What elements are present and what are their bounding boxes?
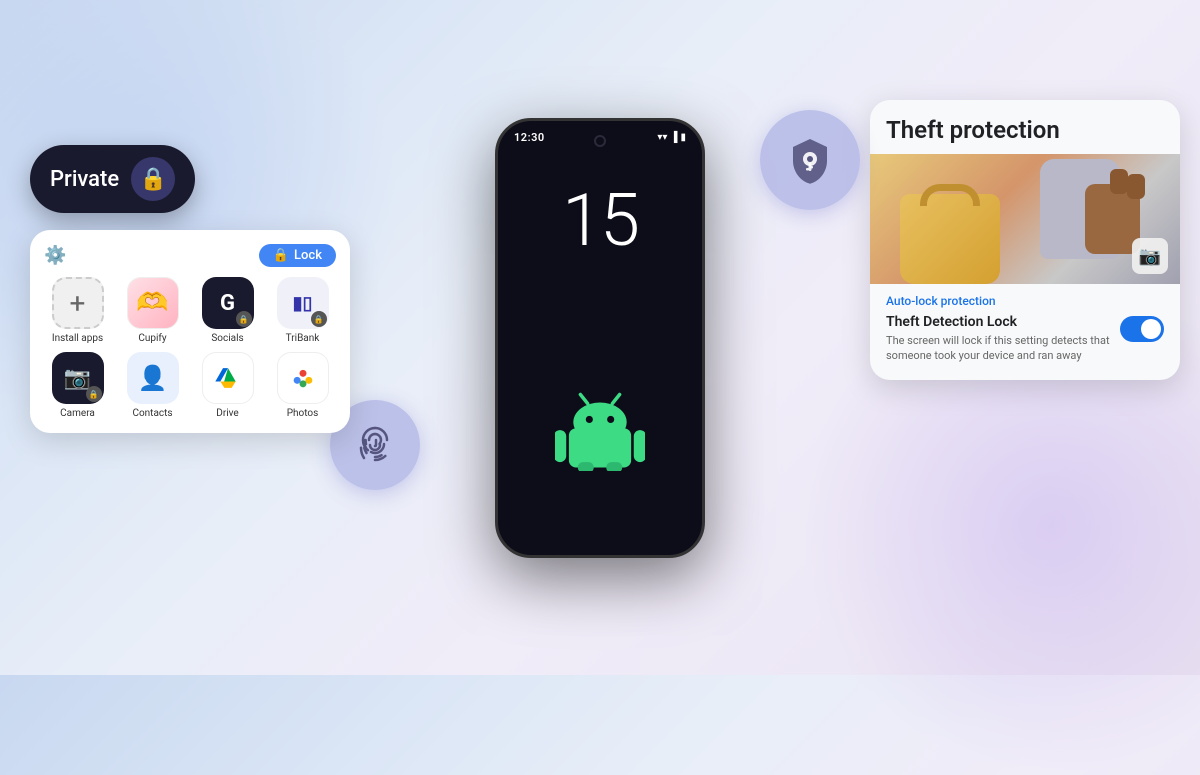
app-item-cupify[interactable]: 🫶 Cupify [119,277,186,344]
theft-protection-panel: Theft protection 📷 Auto-lock protection … [870,100,1180,380]
toggle-knob [1141,319,1161,339]
theft-detection-title: Theft Detection Lock [886,314,1110,330]
private-mode-pill[interactable]: Private 🔒 [30,145,195,213]
app-label-contacts: Contacts [132,408,172,419]
theft-panel-body: Auto-lock protection Theft Detection Loc… [870,284,1180,380]
app-icon-camera: 📷 🔒 [52,352,104,404]
finger-1 [1127,174,1145,199]
phone: 12:30 ▾▾ ▐ ▮ 15 [495,118,705,558]
app-label-tribank: TriBank [286,333,320,344]
app-item-contacts[interactable]: 👤 Contacts [119,352,186,419]
theft-detection-desc: The screen will lock if this setting det… [886,333,1110,364]
app-label-camera: Camera [60,408,95,419]
app-item-tribank[interactable]: ▮▯ 🔒 TriBank [269,277,336,344]
app-label-socials: Socials [211,333,243,344]
private-lock-icon: 🔒 [131,157,175,201]
theft-illustration: 📷 [870,154,1180,284]
theft-panel-title: Theft protection [870,100,1180,154]
app-grid-header: ⚙️ 🔒 Lock [44,244,336,267]
status-time: 12:30 [514,131,545,144]
app-icon-install: + [52,277,104,329]
bag-strap [920,184,980,206]
lock-button-label: Lock [294,248,322,263]
phone-screen: 12:30 ▾▾ ▐ ▮ 15 [498,121,702,555]
auto-lock-label: Auto-lock protection [886,294,1164,308]
app-item-socials[interactable]: G 🔒 Socials [194,277,261,344]
lock-button[interactable]: 🔒 Lock [259,244,336,267]
lock-icon-small: 🔒 [273,248,289,263]
finger-2 [1110,169,1128,194]
theft-detection-row: Theft Detection Lock The screen will loc… [886,314,1164,364]
theft-detection-info: Theft Detection Lock The screen will loc… [886,314,1110,364]
private-label: Private [50,167,119,192]
app-item-install[interactable]: + Install apps [44,277,111,344]
theft-shield-circle [760,110,860,210]
app-label-drive: Drive [216,408,238,419]
app-label-install: Install apps [52,333,103,344]
clock-display: 15 [562,178,638,263]
app-icon-tribank: ▮▯ 🔒 [277,277,329,329]
android-mascot [555,391,645,475]
fingerprint-icon [352,422,398,468]
status-icons: ▾▾ ▐ ▮ [657,132,686,143]
app-item-camera[interactable]: 📷 🔒 Camera [44,352,111,419]
app-item-photos[interactable]: Photos [269,352,336,419]
signal-icon: ▐ [670,132,677,143]
app-label-photos: Photos [287,408,319,419]
app-icon-contacts: 👤 [127,352,179,404]
app-item-drive[interactable]: Drive [194,352,261,419]
photo-camera-badge: 📷 [1132,238,1168,274]
lock-badge-tribank: 🔒 [311,311,327,327]
gear-icon[interactable]: ⚙️ [44,245,66,266]
lock-badge-camera: 🔒 [86,386,102,402]
phone-camera [594,135,606,147]
app-icon-drive [202,352,254,404]
app-grid-panel: ⚙️ 🔒 Lock + Install apps 🫶 Cupify G 🔒 So… [30,230,350,433]
app-icon-socials: G 🔒 [202,277,254,329]
app-grid: + Install apps 🫶 Cupify G 🔒 Socials ▮▯ 🔒… [44,277,336,419]
theft-image-content: 📷 [870,154,1180,284]
wifi-icon: ▾▾ [657,132,667,143]
theft-detection-toggle[interactable] [1120,316,1164,342]
bag-body [900,194,1000,284]
battery-icon: ▮ [680,132,686,143]
phone-body: 12:30 ▾▾ ▐ ▮ 15 [495,118,705,558]
app-icon-cupify: 🫶 [127,277,179,329]
app-icon-photos [277,352,329,404]
shield-key-icon [783,133,837,187]
app-label-cupify: Cupify [138,333,166,344]
lock-badge-socials: 🔒 [236,311,252,327]
